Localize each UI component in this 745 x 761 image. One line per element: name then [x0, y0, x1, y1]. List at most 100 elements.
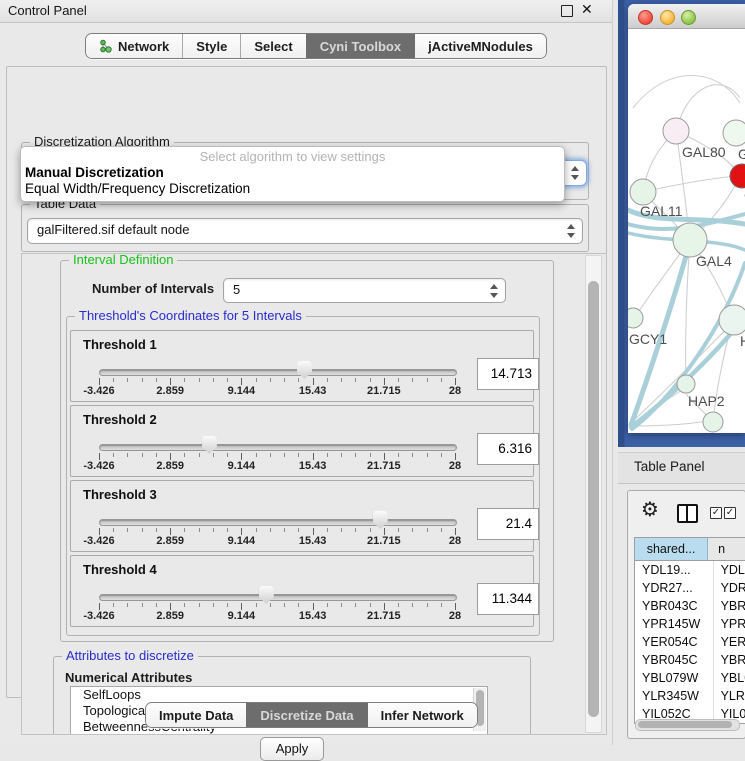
network-node[interactable]	[628, 308, 643, 328]
network-node[interactable]	[730, 164, 745, 188]
node-label-h: H	[740, 333, 745, 349]
panel-scrollbar[interactable]	[585, 255, 602, 733]
tick-label: 28	[449, 535, 461, 547]
threshold-panel-threshold-2: Threshold 2-3.4262.8599.14415.4321.71528…	[70, 405, 534, 477]
node-label-hap2: HAP2	[688, 393, 725, 409]
slider-thumb[interactable]	[202, 436, 217, 454]
threshold-value-field[interactable]: 14.713	[477, 358, 539, 390]
algorithm-dropdown-popup: Select algorithm to view settings Manual…	[20, 146, 565, 202]
slider-track[interactable]	[99, 444, 457, 451]
table-data-combobox[interactable]: galFiltered.sif default node	[27, 218, 583, 244]
slider-thumb[interactable]	[259, 586, 274, 604]
node-label-g: G	[738, 146, 745, 162]
tick-label: 15.43	[299, 610, 327, 622]
tab-infer-network[interactable]: Infer Network	[367, 703, 477, 727]
tab-impute-data[interactable]: Impute Data	[146, 703, 246, 727]
table-panel: ⚙ ✓ ✓ shared... n YDL19...YDL1YDR27...YD…	[627, 490, 745, 739]
list-item-selfloops[interactable]: SelfLoops	[71, 687, 487, 703]
network-node[interactable]	[663, 118, 689, 144]
minimize-traffic-light[interactable]	[660, 10, 675, 25]
tick-label: 21.715	[367, 610, 401, 622]
node-label-gal11: GAL11	[640, 203, 683, 219]
close-traffic-light[interactable]	[638, 10, 653, 25]
network-icon	[99, 39, 112, 53]
cell-shared-name: YDL19...	[635, 561, 714, 579]
slider-track[interactable]	[99, 369, 457, 376]
table-header: shared... n	[635, 538, 745, 561]
apply-button[interactable]: Apply	[260, 737, 324, 761]
table-row[interactable]: YLR345WYLR3	[635, 687, 745, 705]
threshold-value-field[interactable]: 11.344	[477, 583, 539, 615]
tick-label: 15.43	[299, 460, 327, 472]
cell-name: YPR1	[714, 615, 745, 633]
threshold-value-field[interactable]: 6.316	[477, 433, 539, 465]
threshold-label: Threshold 3	[83, 487, 157, 502]
table-hscrollbar[interactable]	[635, 719, 740, 731]
dropdown-option-manual-discretization[interactable]: Manual Discretization	[21, 165, 564, 181]
table-row[interactable]: YDR27...YDR2	[635, 579, 745, 597]
numerical-attributes-label: Numerical Attributes	[65, 670, 192, 685]
tick-label: -3.426	[83, 535, 114, 547]
table-row[interactable]: YBR043CYBR0	[635, 597, 745, 615]
tab-cyni-toolbox[interactable]: Cyni Toolbox	[306, 34, 414, 58]
cell-shared-name: YBR043C	[635, 597, 714, 615]
tab-label: Cyni Toolbox	[320, 39, 401, 54]
tab-jactivemnodules[interactable]: jActiveMNodules	[414, 34, 546, 58]
cell-shared-name: YER054C	[635, 633, 714, 651]
column-header-name[interactable]: n	[708, 538, 745, 560]
tick-label: 21.715	[367, 385, 401, 397]
tick-label: 9.144	[228, 535, 256, 547]
checkbox-icon[interactable]: ✓	[710, 507, 722, 519]
tick-label: -3.426	[83, 460, 114, 472]
tick-label: 28	[449, 610, 461, 622]
dropdown-options: Manual DiscretizationEqual Width/Frequen…	[21, 165, 564, 197]
network-node[interactable]	[719, 305, 745, 335]
tick-label: -3.426	[83, 385, 114, 397]
network-node[interactable]	[723, 120, 745, 146]
combo-arrows-icon	[566, 223, 575, 239]
table-row[interactable]: YBL079WYBL0	[635, 669, 745, 687]
float-window-icon[interactable]	[561, 5, 573, 17]
combo-arrows-icon	[570, 165, 579, 181]
slider-thumb[interactable]	[297, 361, 312, 379]
cell-name: YLR3	[714, 687, 745, 705]
column-header-shared-name[interactable]: shared...	[635, 538, 708, 560]
network-node[interactable]	[703, 412, 723, 432]
network-graph[interactable]: GAL80GCGAL11GAL4GCY1HHAP2	[628, 28, 745, 433]
tab-style[interactable]: Style	[182, 34, 240, 58]
split-columns-icon[interactable]	[677, 504, 698, 523]
network-node[interactable]	[677, 375, 695, 393]
cell-shared-name: YDR27...	[635, 579, 714, 597]
top-tab-bar: NetworkStyleSelect Cyni Toolbox jActiveMNo…	[85, 33, 547, 59]
tick-label: 9.144	[228, 460, 256, 472]
gear-icon[interactable]: ⚙	[641, 500, 659, 520]
table-rows: YDL19...YDL1YDR27...YDR2YBR043CYBR0YPR14…	[635, 561, 745, 723]
network-node[interactable]	[673, 223, 707, 257]
table-row[interactable]: YPR145WYPR1	[635, 615, 745, 633]
threshold-panel-threshold-3: Threshold 3-3.4262.8599.14415.4321.71528…	[70, 480, 534, 552]
close-icon[interactable]: ✕	[581, 1, 593, 18]
network-node[interactable]	[630, 179, 656, 205]
table-row[interactable]: YER054CYER0	[635, 633, 745, 651]
tick-label: 9.144	[228, 610, 256, 622]
tab-discretize-data[interactable]: Discretize Data	[246, 703, 366, 727]
table-row[interactable]: YBR045CYBR0	[635, 651, 745, 669]
slider-thumb[interactable]	[373, 511, 388, 529]
tick-label: 28	[449, 460, 461, 472]
table-panel-titlebar: Table Panel	[618, 452, 745, 484]
threshold-panel-threshold-1: Threshold 1-3.4262.8599.14415.4321.71528…	[70, 330, 534, 402]
zoom-traffic-light[interactable]	[681, 10, 696, 25]
table-row[interactable]: YDL19...YDL1	[635, 561, 745, 579]
cell-name: YDR2	[714, 579, 745, 597]
dropdown-option-equal-width-frequency-discretization[interactable]: Equal Width/Frequency Discretization	[21, 181, 564, 197]
tab-select[interactable]: Select	[240, 34, 305, 58]
threshold-value-field[interactable]: 21.4	[477, 508, 539, 540]
tab-label: jActiveMNodules	[428, 39, 533, 54]
slider-track[interactable]	[99, 594, 457, 601]
checkbox-icon[interactable]: ✓	[724, 507, 736, 519]
slider-tick-labels: -3.4262.8599.14415.4321.71528	[99, 385, 455, 397]
number-of-intervals-combobox[interactable]: 5	[223, 278, 506, 303]
slider-track[interactable]	[99, 519, 457, 526]
tab-network[interactable]: Network	[86, 34, 182, 58]
node-label-gal80: GAL80	[682, 144, 726, 160]
